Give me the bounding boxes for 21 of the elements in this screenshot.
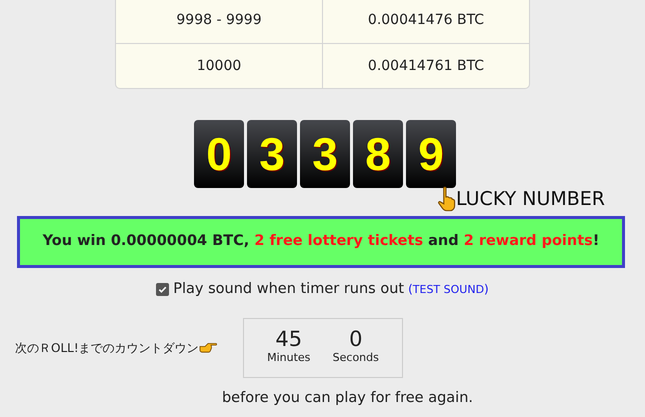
number-digit: 3 <box>247 120 297 188</box>
table-cell-text: 10000 <box>196 56 242 76</box>
countdown-value: 0 <box>349 329 362 350</box>
test-sound-link[interactable]: TEST SOUND <box>412 283 484 296</box>
countdown-unit: Minutes <box>267 350 310 366</box>
parenthesis: ( <box>408 282 413 296</box>
win-message: You win 0.00000004 BTC, 2 free lottery tickets and 2 reward points! <box>42 232 600 252</box>
number-digit: 9 <box>406 120 456 188</box>
countdown-value: 45 <box>275 329 302 350</box>
checkbox-label: Play sound when timer runs out <box>173 280 404 299</box>
number-digit: 0 <box>194 120 244 188</box>
lucky-number-label: LUCKY NUMBER <box>456 190 605 208</box>
countdown-label: 次のＲOLL!までのカウントダウン <box>15 340 199 357</box>
number-digit: 3 <box>300 120 350 188</box>
table-cell-text: 9998 - 9999 <box>175 11 263 30</box>
parenthesis: ) <box>484 282 489 296</box>
table-cell: 0.00041476 BTC <box>322 0 529 43</box>
number-digit: 8 <box>353 120 403 188</box>
countdown-unit: Seconds <box>332 350 379 366</box>
table-cell: 0.00414761 BTC <box>322 44 529 88</box>
footer-text: before you can play for free again. <box>220 388 474 408</box>
